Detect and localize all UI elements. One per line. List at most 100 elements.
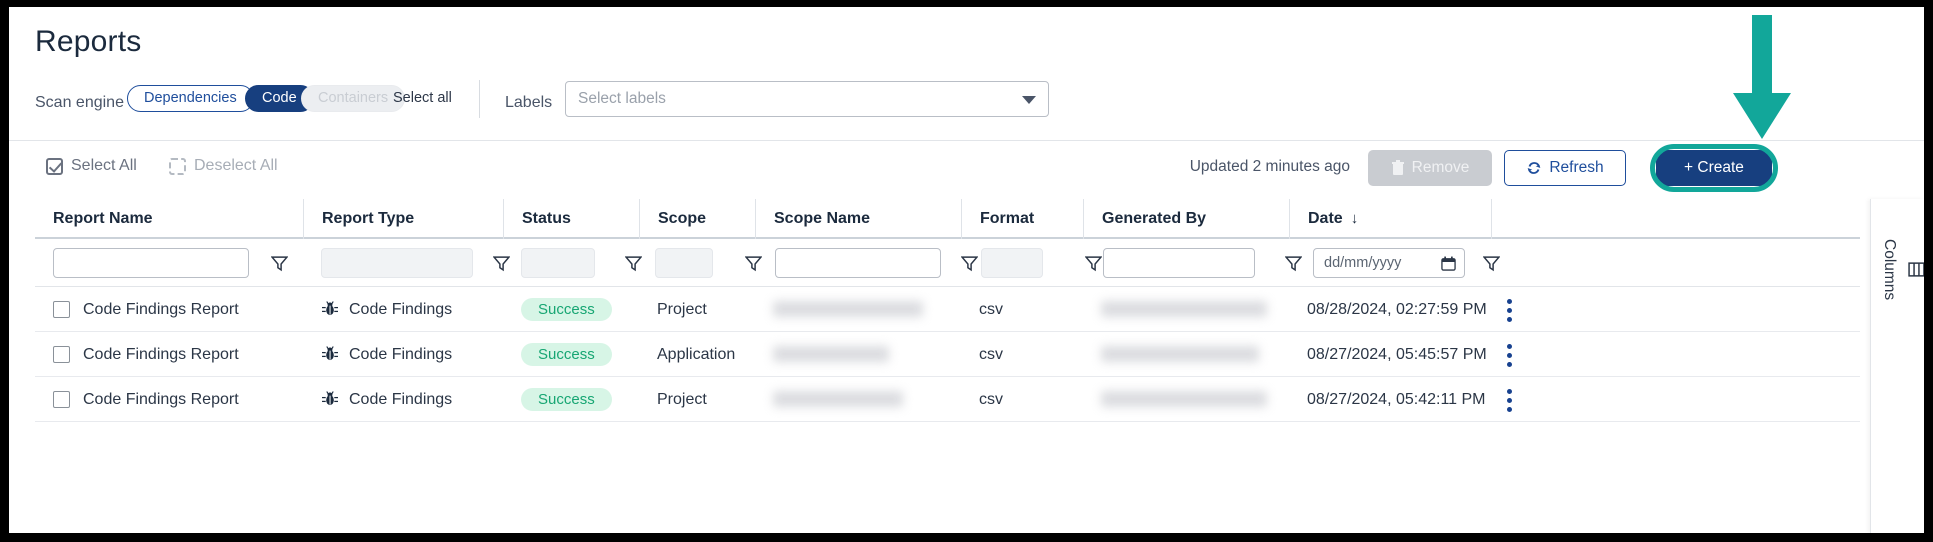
page-title: Reports <box>35 25 141 59</box>
table-row[interactable]: Code Findings Report Code Findings Success… <box>35 377 1860 422</box>
reports-page: Reports Scan engine Dependencies Code Co… <box>9 7 1924 533</box>
column-header-scope-name[interactable]: Scope Name <box>755 199 961 239</box>
cell-report-name: Code Findings Report <box>83 287 303 332</box>
filter-divider <box>479 80 480 118</box>
refresh-button[interactable]: Refresh <box>1504 150 1626 186</box>
checkbox-dashed-icon <box>169 158 186 175</box>
cell-report-name: Code Findings Report <box>83 377 303 422</box>
cell-format: csv <box>979 287 1083 332</box>
row-actions-menu-icon[interactable] <box>1507 299 1512 321</box>
select-all-button[interactable]: Select All <box>46 157 137 175</box>
filter-icon-status[interactable] <box>625 255 642 272</box>
cell-format: csv <box>979 377 1083 422</box>
filter-icon-date[interactable] <box>1483 255 1500 272</box>
row-actions-menu-icon[interactable] <box>1507 389 1512 411</box>
row-checkbox[interactable] <box>53 346 70 363</box>
updated-timestamp: Updated 2 minutes ago <box>1190 158 1350 176</box>
cell-report-type: Code Findings <box>349 332 503 377</box>
filter-input-report-type[interactable] <box>321 248 473 278</box>
calendar-icon[interactable] <box>1441 256 1456 271</box>
cell-scope-name-redacted <box>773 301 923 317</box>
column-header-date[interactable]: Date ↓ <box>1289 199 1491 239</box>
status-badge: Success <box>521 388 612 411</box>
refresh-icon <box>1526 160 1542 176</box>
refresh-label: Refresh <box>1549 159 1603 177</box>
frame-edge-right <box>1924 0 1933 542</box>
status-badge: Success <box>521 343 612 366</box>
screenshot-root: Reports Scan engine Dependencies Code Co… <box>0 0 1933 542</box>
cell-format: csv <box>979 332 1083 377</box>
frame-edge-top <box>0 0 1933 7</box>
column-header-actions <box>1491 199 1492 239</box>
columns-rail[interactable]: Columns <box>1870 199 1924 533</box>
table-row[interactable]: Code Findings Report Code Findings Success… <box>35 287 1860 332</box>
cell-generated-by-redacted <box>1101 346 1259 362</box>
row-checkbox[interactable] <box>53 391 70 408</box>
cell-date: 08/28/2024, 02:27:59 PM <box>1307 287 1491 332</box>
cell-generated-by-redacted <box>1101 391 1267 407</box>
scan-engine-pill-dependencies[interactable]: Dependencies <box>127 85 254 112</box>
create-button[interactable]: + Create <box>1656 150 1772 186</box>
create-label: + Create <box>1684 159 1744 177</box>
filter-icon-scope-name[interactable] <box>961 255 978 272</box>
status-badge: Success <box>521 298 612 321</box>
deselect-all-button[interactable]: Deselect All <box>169 157 278 175</box>
column-header-status[interactable]: Status <box>503 199 639 239</box>
scan-engine-filter-bar: Scan engine Dependencies Code Containers… <box>9 77 1924 141</box>
bug-icon <box>321 300 339 318</box>
table-toolbar: Select All Deselect All Updated 2 minute… <box>9 141 1924 199</box>
cell-scope-name-redacted <box>773 391 903 407</box>
row-actions-menu-icon[interactable] <box>1507 344 1512 366</box>
scan-engine-select-all[interactable]: Select all <box>386 85 459 112</box>
filter-input-generated-by[interactable] <box>1103 248 1255 278</box>
frame-edge-left <box>0 0 9 542</box>
cell-report-name: Code Findings Report <box>83 332 303 377</box>
cell-report-type: Code Findings <box>349 377 503 422</box>
column-header-format[interactable]: Format <box>961 199 1083 239</box>
deselect-all-label: Deselect All <box>194 157 278 175</box>
row-checkbox[interactable] <box>53 301 70 318</box>
column-header-scope[interactable]: Scope <box>639 199 755 239</box>
remove-button[interactable]: Remove <box>1368 150 1492 186</box>
filter-input-date[interactable]: dd/mm/yyyy <box>1313 248 1465 278</box>
sort-descending-icon: ↓ <box>1351 210 1359 227</box>
filter-input-status[interactable] <box>521 248 595 278</box>
table-filter-row: dd/mm/yyyy <box>35 239 1860 287</box>
columns-rail-button[interactable]: Columns <box>1871 239 1924 300</box>
remove-label: Remove <box>1412 159 1470 177</box>
column-header-date-label: Date <box>1308 210 1343 227</box>
filter-icon-generated-by[interactable] <box>1285 255 1302 272</box>
trash-icon <box>1391 160 1405 176</box>
frame-edge-bottom <box>0 533 1933 542</box>
filter-icon-report-name[interactable] <box>271 255 288 272</box>
labels-label: Labels <box>505 94 552 112</box>
date-placeholder: dd/mm/yyyy <box>1324 249 1401 277</box>
labels-select[interactable]: Select labels <box>565 81 1049 117</box>
column-header-report-type[interactable]: Report Type <box>303 199 503 239</box>
filter-icon-scope[interactable] <box>745 255 762 272</box>
cell-generated-by-redacted <box>1101 301 1267 317</box>
cell-date: 08/27/2024, 05:42:11 PM <box>1307 377 1491 422</box>
filter-icon-report-type[interactable] <box>493 255 510 272</box>
cell-scope-name-redacted <box>773 346 889 362</box>
column-header-report-name[interactable]: Report Name <box>35 199 303 239</box>
checkbox-checked-icon <box>46 158 63 175</box>
cell-scope: Project <box>657 287 755 332</box>
reports-table: Report Name Report Type Status Scope Sco… <box>35 199 1860 533</box>
bug-icon <box>321 345 339 363</box>
filter-input-format[interactable] <box>981 248 1043 278</box>
filter-icon-format[interactable] <box>1085 255 1102 272</box>
filter-input-report-name[interactable] <box>53 248 249 278</box>
bug-icon <box>321 390 339 408</box>
filter-input-scope-name[interactable] <box>775 248 941 278</box>
filter-input-scope[interactable] <box>655 248 713 278</box>
labels-placeholder: Select labels <box>578 90 666 108</box>
chevron-down-icon <box>1022 96 1036 104</box>
columns-icon <box>1908 261 1924 278</box>
column-header-generated-by[interactable]: Generated By <box>1083 199 1289 239</box>
cell-report-type: Code Findings <box>349 287 503 332</box>
table-row[interactable]: Code Findings Report Code Findings Success… <box>35 332 1860 377</box>
cell-date: 08/27/2024, 05:45:57 PM <box>1307 332 1491 377</box>
table-body: Code Findings Report Code Findings Success… <box>35 287 1860 422</box>
cell-scope: Application <box>657 332 755 377</box>
